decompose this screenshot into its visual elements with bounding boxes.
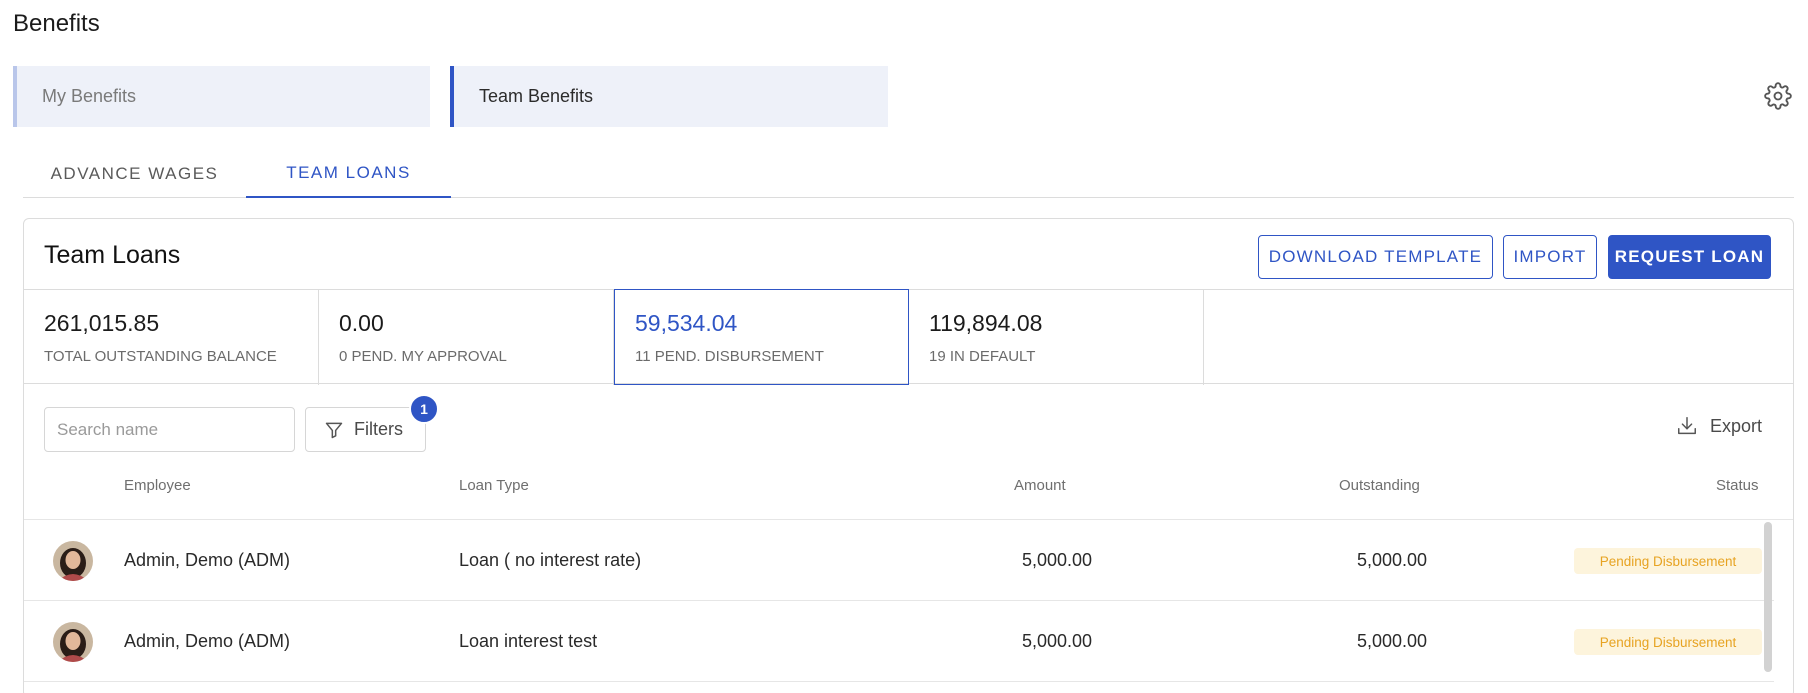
tab-my-benefits[interactable]: My Benefits bbox=[13, 66, 430, 127]
download-template-button[interactable]: DOWNLOAD TEMPLATE bbox=[1258, 235, 1493, 279]
tab-my-benefits-label: My Benefits bbox=[42, 86, 137, 106]
export-button[interactable]: Export bbox=[1676, 415, 1762, 437]
table-row[interactable]: Admin, Demo (ADM) Loan ( no interest rat… bbox=[24, 520, 1774, 601]
cell-outstanding: 5,000.00 bbox=[1357, 550, 1428, 570]
stat-label: 11 PEND. DISBURSEMENT bbox=[635, 348, 824, 365]
export-label: Export bbox=[1710, 415, 1763, 436]
stat-label: TOTAL OUTSTANDING BALANCE bbox=[44, 348, 277, 365]
sub-tab-bar: ADVANCE WAGES TEAM LOANS bbox=[23, 150, 1794, 198]
stat-value: 0.00 bbox=[339, 310, 384, 336]
status-badge: Pending Disbursement bbox=[1574, 548, 1762, 574]
filters-label: Filters bbox=[354, 419, 403, 439]
cell-amount: 5,000.00 bbox=[1022, 550, 1093, 570]
page-title: Benefits bbox=[13, 10, 100, 37]
tab-team-benefits[interactable]: Team Benefits bbox=[450, 66, 888, 127]
team-loans-card: Team Loans DOWNLOAD TEMPLATE IMPORT REQU… bbox=[23, 218, 1794, 693]
request-loan-button[interactable]: REQUEST LOAN bbox=[1608, 235, 1771, 279]
tab-advance-wages-label: ADVANCE WAGES bbox=[50, 164, 219, 183]
stat-pending-disbursement[interactable]: 59,534.04 11 PEND. DISBURSEMENT bbox=[614, 289, 909, 385]
cell-amount: 5,000.00 bbox=[1022, 631, 1093, 651]
tab-team-loans[interactable]: TEAM LOANS bbox=[246, 150, 451, 198]
header-status[interactable]: Status bbox=[1716, 477, 1759, 494]
header-outstanding[interactable]: Outstanding bbox=[1339, 477, 1420, 494]
download-icon bbox=[1678, 417, 1696, 435]
tab-advance-wages[interactable]: ADVANCE WAGES bbox=[23, 150, 246, 198]
gear-icon[interactable] bbox=[1764, 82, 1792, 110]
status-badge: Pending Disbursement bbox=[1574, 629, 1762, 655]
table-scrollbar[interactable] bbox=[1764, 522, 1772, 672]
header-amount[interactable]: Amount bbox=[1014, 477, 1066, 494]
search-input[interactable] bbox=[44, 407, 295, 452]
avatar bbox=[53, 622, 93, 662]
filter-icon bbox=[325, 422, 343, 438]
card-title: Team Loans bbox=[44, 241, 181, 269]
stat-pending-approval[interactable]: 0.00 0 PEND. MY APPROVAL bbox=[319, 290, 614, 385]
cell-loan-type: Loan interest test bbox=[459, 631, 598, 651]
avatar bbox=[53, 541, 93, 581]
stats-bar: 261,015.85 TOTAL OUTSTANDING BALANCE 0.0… bbox=[24, 289, 1793, 385]
table-header: Employee Loan Type Amount Outstanding St… bbox=[24, 459, 1793, 520]
stat-value: 261,015.85 bbox=[44, 310, 160, 336]
stat-label: 19 IN DEFAULT bbox=[929, 348, 1036, 365]
stat-label: 0 PEND. MY APPROVAL bbox=[339, 348, 507, 365]
table-row[interactable]: Admin, Demo (ADM) Loan interest test 5,0… bbox=[24, 601, 1774, 682]
cell-outstanding: 5,000.00 bbox=[1357, 631, 1428, 651]
stat-total-outstanding[interactable]: 261,015.85 TOTAL OUTSTANDING BALANCE bbox=[24, 290, 319, 385]
import-button[interactable]: IMPORT bbox=[1503, 235, 1597, 279]
cell-employee: Admin, Demo (ADM) bbox=[124, 550, 291, 570]
tab-team-loans-label: TEAM LOANS bbox=[286, 163, 411, 182]
header-loan-type[interactable]: Loan Type bbox=[459, 477, 529, 494]
cell-loan-type: Loan ( no interest rate) bbox=[459, 550, 642, 570]
filters-button[interactable]: Filters bbox=[305, 407, 426, 452]
stat-value: 119,894.08 bbox=[929, 310, 1043, 336]
header-employee[interactable]: Employee bbox=[124, 477, 191, 494]
filters-count-badge: 1 bbox=[409, 394, 439, 424]
stat-in-default[interactable]: 119,894.08 19 IN DEFAULT bbox=[909, 290, 1204, 385]
tab-team-benefits-label: Team Benefits bbox=[479, 86, 594, 106]
cell-employee: Admin, Demo (ADM) bbox=[124, 631, 291, 651]
stat-value: 59,534.04 bbox=[635, 310, 738, 336]
